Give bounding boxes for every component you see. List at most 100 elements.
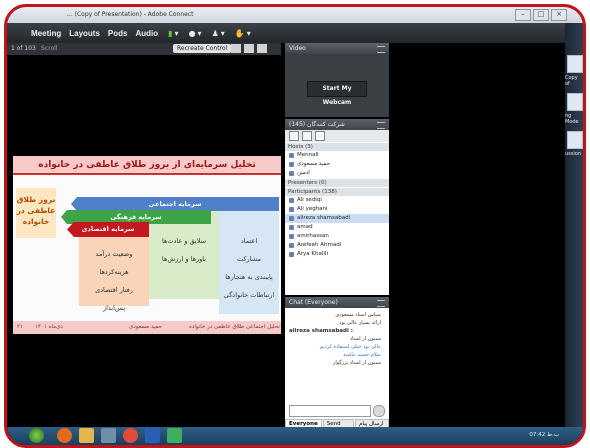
user-icon (289, 225, 294, 230)
microphone-button[interactable]: ▮ ▾ (168, 29, 178, 38)
layout-thumbnail[interactable] (567, 55, 583, 73)
list-item[interactable]: amirhassan (285, 232, 389, 241)
sort-icon[interactable] (315, 131, 325, 141)
recreate-control-button[interactable]: Recreate Control (173, 44, 232, 53)
list-item[interactable]: Arya Khalili (285, 250, 389, 259)
list-item[interactable]: Mennall (285, 151, 389, 160)
menu-audio[interactable]: Audio (135, 29, 158, 38)
economic-item: پس‌انداز (102, 304, 126, 312)
participants-section-header[interactable]: Participants (138) (285, 188, 389, 196)
chat-sender: alireza shamsabadi : (289, 328, 353, 334)
word-icon[interactable] (145, 428, 160, 443)
fullscreen-icon[interactable] (244, 44, 254, 53)
screenshot-frame: ... (Copy of Presentation) - Adobe Conne… (4, 4, 586, 448)
app-icon[interactable] (167, 428, 182, 443)
social-item: ارتباطات خانوادگی (223, 291, 275, 299)
chevron-down-icon: ▾ (174, 28, 179, 38)
chat-pod: Chat (Everyone) سپاس استاد مسعودی ارائه … (285, 297, 389, 439)
economic-item: وضعیت درآمد (95, 250, 133, 258)
webcam-icon: ● (188, 28, 196, 38)
chat-pod-title: Chat (Everyone) (289, 299, 338, 306)
menu-bar: Meeting Layouts Pods Audio ▮ ▾ ● ▾ ♟ ▾ ✋… (7, 23, 583, 43)
hand-icon: ✋ (234, 28, 245, 38)
maximize-button[interactable]: □ (533, 9, 549, 21)
grid-view-icon[interactable] (302, 131, 312, 141)
pod-menu-icon[interactable] (377, 46, 385, 53)
start-webcam-button[interactable]: Start My Webcam (307, 81, 367, 106)
user-icon (289, 198, 294, 203)
list-item[interactable]: Ali sediqi (285, 196, 389, 205)
close-button[interactable]: × (551, 9, 567, 21)
media-icon[interactable] (101, 428, 116, 443)
chat-input[interactable] (289, 405, 371, 417)
presenters-section-header[interactable]: Presenters (0) (285, 179, 389, 187)
economic-item: هزینه‌کردها (99, 268, 129, 276)
layout-thumbnail[interactable] (567, 131, 583, 149)
share-pod: 1 of 103 Scroll Recreate Control تحلیل س… (7, 43, 281, 439)
firefox-icon[interactable] (57, 428, 72, 443)
view-icons (231, 44, 267, 53)
social-item: پایبندی به هنجارها (225, 273, 273, 281)
social-capital-column: اعتماد مشارکت پایبندی به هنجارها ارتباطا… (219, 209, 279, 314)
list-item[interactable]: ادمین (285, 169, 389, 178)
chat-message: سپاس استاد مسعودی (335, 312, 381, 318)
user-icon: ♟ (211, 28, 219, 38)
pod-menu-icon[interactable] (377, 300, 385, 307)
user-icon (289, 216, 294, 221)
list-view-icon[interactable] (289, 131, 299, 141)
list-item[interactable]: حمید مسعودی (285, 160, 389, 169)
slide-author: حمید مسعودی (129, 324, 162, 330)
video-pod: Video Start My Webcam (285, 43, 389, 117)
menu-pods[interactable]: Pods (108, 29, 128, 38)
window-titlebar: ... (Copy of Presentation) - Adobe Conne… (7, 7, 583, 23)
economic-capital-arrow: سرمایه اقتصادی (67, 222, 149, 237)
menu-layouts[interactable]: Layouts (69, 29, 100, 38)
menu-meeting[interactable]: Meeting (31, 29, 61, 38)
send-icon[interactable] (373, 405, 385, 417)
folder-icon[interactable] (79, 428, 94, 443)
cultural-item: سلایق و عادت‌ها (161, 237, 207, 245)
slide-date: دی‌ماه ۱۴۰۱ (35, 324, 63, 330)
pod-menu-icon[interactable] (377, 122, 385, 129)
chrome-icon[interactable] (123, 428, 138, 443)
scroll-mode[interactable]: Scroll (41, 45, 57, 52)
list-item[interactable]: amad (285, 223, 389, 232)
hosts-section-header[interactable]: Hosts (3) (285, 143, 389, 151)
social-item: مشارکت (237, 255, 261, 263)
status-button[interactable]: ♟ ▾ (212, 29, 225, 38)
window-title: ... (Copy of Presentation) - Adobe Conne… (67, 11, 194, 18)
social-item: اعتماد (240, 237, 258, 245)
cultural-capital-arrow: سرمایه فرهنگی (61, 210, 211, 224)
user-icon (289, 252, 294, 257)
chat-message: ممنون از استاد بزرگوار (332, 360, 381, 366)
chevron-down-icon: ▾ (197, 28, 202, 38)
clock: 07:42 ب.ظ (529, 432, 559, 438)
window-controls: – □ × (515, 9, 567, 21)
page-indicator: 1 of 103 (11, 45, 36, 52)
list-item[interactable]: Ali yeghani (285, 205, 389, 214)
chevron-down-icon: ▾ (220, 28, 225, 38)
webcam-button[interactable]: ● ▾ (189, 29, 202, 38)
layout-label: ng Mode (565, 113, 579, 125)
slide-footer: ۲۱ دی‌ماه ۱۴۰۱ حمید مسعودی تحلیل اجتماعی… (13, 321, 281, 334)
chat-pod-header: Chat (Everyone) (285, 297, 389, 308)
chat-message: ارائه بسیار عالی بود (339, 320, 381, 326)
attendee-list: Hosts (3) Mennall حمید مسعودی ادمین Pres… (285, 142, 389, 259)
title-divider (13, 173, 281, 175)
attendee-pod-title: شرکت کنندگان (145) (289, 121, 345, 128)
grid-icon[interactable] (257, 44, 267, 53)
raise-hand-button[interactable]: ✋ ▾ (235, 29, 251, 38)
chat-messages: سپاس استاد مسعودی ارائه بسیار عالی بود a… (289, 311, 381, 367)
fit-width-icon[interactable] (231, 44, 241, 53)
list-item[interactable]: Arefeeh Ahmadi (285, 241, 389, 250)
user-icon (289, 171, 294, 176)
user-icon (289, 243, 294, 248)
chevron-down-icon: ▾ (246, 28, 251, 38)
slide-subject: تحلیل اجتماعی طلاق عاطفی در خانواده (189, 324, 280, 330)
outcome-box: بروز طلاق عاطفی در خانواده (16, 188, 56, 238)
economic-item: رفتار اقتصادی (95, 286, 133, 294)
list-item[interactable]: alireza shamsabadi (285, 214, 389, 223)
layout-thumbnail[interactable] (567, 93, 583, 111)
start-button[interactable] (29, 428, 44, 443)
minimize-button[interactable]: – (515, 9, 531, 21)
